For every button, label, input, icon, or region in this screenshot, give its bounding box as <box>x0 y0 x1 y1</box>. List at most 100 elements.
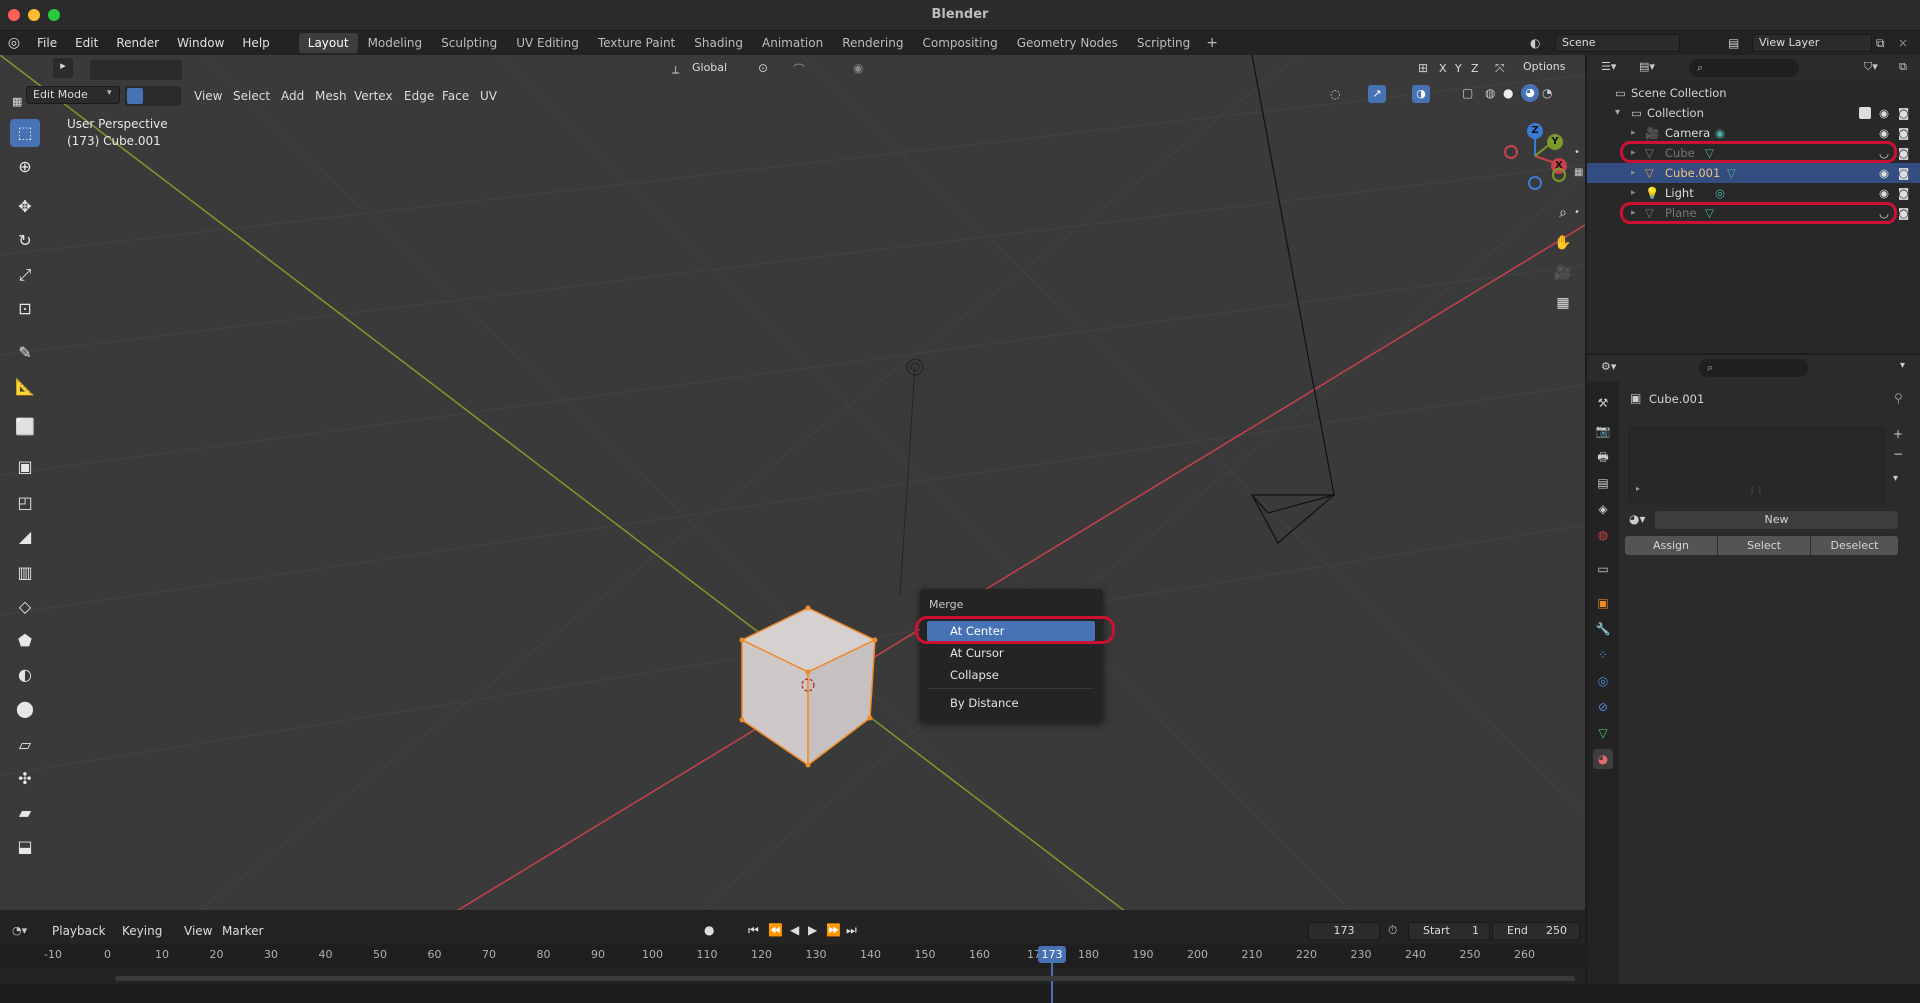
scene-name-field[interactable]: Scene <box>1555 34 1680 52</box>
scene-icon[interactable]: ◐ <box>1530 36 1540 50</box>
eye-icon[interactable]: ◉ <box>1879 103 1889 123</box>
menu-select[interactable]: Select <box>233 87 270 105</box>
physics-properties-icon[interactable]: ◎ <box>1593 671 1613 691</box>
menu-face[interactable]: Face <box>442 87 469 105</box>
spin-tool-icon[interactable]: ◐ <box>10 661 40 689</box>
camera-render-icon[interactable]: ◙ <box>1898 103 1909 123</box>
viewport-scene[interactable] <box>0 55 1585 910</box>
view-layer-properties-icon[interactable]: ▤ <box>1593 473 1613 493</box>
pin-icon[interactable]: ⚲ <box>1894 391 1903 405</box>
mirror-x-toggle[interactable]: X <box>1439 60 1447 78</box>
scale-tool-icon[interactable]: ⤢ <box>10 261 40 289</box>
camera-render-icon[interactable]: ◙ <box>1898 163 1909 183</box>
gizmo-neg-y-axis[interactable] <box>1552 168 1566 182</box>
display-mode-icon[interactable]: ▤▾ <box>1639 60 1655 73</box>
next-keyframe-icon[interactable]: ⏩ <box>826 923 841 937</box>
timeline-playback-menu[interactable]: Playback <box>52 924 106 938</box>
outliner-item-light[interactable]: ▸ 💡 Light ◎ ◉ ◙ <box>1587 183 1920 203</box>
tab-animation[interactable]: Animation <box>753 33 832 53</box>
view-layer-icon[interactable]: ▤ <box>1728 36 1739 50</box>
rip-tool-icon[interactable]: ⬓ <box>10 833 40 861</box>
properties-editor-type-icon[interactable]: ⚙▾ <box>1601 360 1616 373</box>
tab-uv-editing[interactable]: UV Editing <box>507 33 588 53</box>
3d-viewport[interactable]: ▸ ▦ Edit Mode ▾ View Select Add Mesh Ver… <box>0 55 1585 910</box>
constraints-properties-icon[interactable]: ⊘ <box>1593 697 1613 717</box>
gizmo-z-axis[interactable]: Z <box>1527 123 1543 139</box>
world-properties-icon[interactable]: ◍ <box>1593 525 1613 545</box>
camera-render-icon[interactable]: ◙ <box>1898 203 1909 223</box>
select-tool-icon[interactable]: ⬚ <box>10 119 40 147</box>
timeline-marker-menu[interactable]: Marker <box>222 924 263 938</box>
eye-icon[interactable]: ◉ <box>1879 183 1889 203</box>
select-box-tool[interactable]: ▸ <box>53 58 73 78</box>
material-browse-icon[interactable]: ◕▾ <box>1629 512 1646 526</box>
navigation-gizmo[interactable]: Z X Y <box>1500 121 1570 191</box>
start-frame-field[interactable]: Start 1 <box>1408 922 1490 940</box>
pan-icon[interactable]: ✋ <box>1551 231 1575 255</box>
material-shading-icon[interactable]: ◕ <box>1521 84 1539 102</box>
expand-arrow-icon[interactable]: ▸ <box>1631 183 1636 203</box>
zoom-icon[interactable]: ⌕ <box>1551 201 1575 225</box>
annotate-tool-icon[interactable]: ✎ <box>10 339 40 367</box>
edit-mode-icon[interactable]: ▦ <box>1574 163 1583 183</box>
tab-texture-paint[interactable]: Texture Paint <box>589 33 684 53</box>
tab-modeling[interactable]: Modeling <box>359 33 432 53</box>
shrink-fatten-tool-icon[interactable]: ✣ <box>10 765 40 793</box>
tab-geometry-nodes[interactable]: Geometry Nodes <box>1008 33 1127 53</box>
tab-shading[interactable]: Shading <box>685 33 752 53</box>
timeline-editor-type-icon[interactable]: ◔▾ <box>12 924 27 937</box>
options-dropdown[interactable]: Options <box>1517 59 1581 77</box>
menu-vertex[interactable]: Vertex <box>354 87 393 105</box>
mirror-z-toggle[interactable]: Z <box>1471 60 1479 78</box>
menu-window[interactable]: Window <box>168 31 233 55</box>
merge-at-cursor[interactable]: At Cursor <box>927 643 1095 663</box>
expand-arrow-icon[interactable]: ▾ <box>1615 103 1620 123</box>
transform-tool-icon[interactable]: ⊡ <box>10 295 40 323</box>
new-collection-icon[interactable]: ⧉ <box>1899 60 1907 74</box>
gizmo-icon[interactable]: ↗ <box>1368 85 1386 103</box>
jump-end-icon[interactable]: ⏭ <box>846 923 857 938</box>
menu-help[interactable]: Help <box>233 31 278 55</box>
bevel-tool-icon[interactable]: ◢ <box>10 523 40 551</box>
solid-shading-icon[interactable]: ● <box>1503 86 1513 100</box>
timeline-keying-menu[interactable]: Keying <box>122 924 162 938</box>
output-properties-icon[interactable]: 🖶 <box>1593 447 1613 467</box>
vertex-edge-face-select[interactable] <box>125 86 181 106</box>
material-slot-list[interactable]: ▸ ⋮⋮ <box>1629 427 1885 503</box>
properties-search-input[interactable]: ⌕ <box>1699 359 1809 377</box>
transform-orientation-dropdown[interactable]: Global <box>686 60 746 78</box>
stopwatch-icon[interactable]: ⏱ <box>1388 923 1397 938</box>
play-icon[interactable]: ▶ <box>808 923 817 937</box>
menu-render[interactable]: Render <box>107 31 168 55</box>
proportional-edit-icon[interactable]: ◉ <box>853 61 863 75</box>
play-reverse-icon[interactable]: ◀ <box>790 923 799 937</box>
measure-tool-icon[interactable]: 📐 <box>10 373 40 401</box>
select-button[interactable]: Select <box>1718 536 1810 555</box>
camera-render-icon[interactable]: ◙ <box>1898 143 1909 163</box>
add-slot-icon[interactable]: + <box>1893 427 1903 441</box>
merge-collapse[interactable]: Collapse <box>927 665 1095 685</box>
outliner-scene-collection[interactable]: ▭ Scene Collection <box>1587 83 1920 103</box>
pivot-point-icon[interactable]: ⊙ <box>758 61 768 75</box>
shear-tool-icon[interactable]: ▰ <box>10 799 40 827</box>
tab-sculpting[interactable]: Sculpting <box>432 33 506 53</box>
menu-file[interactable]: File <box>28 31 66 55</box>
scene-properties-icon[interactable]: ◈ <box>1593 499 1613 519</box>
gizmo-neg-x-axis[interactable] <box>1504 145 1518 159</box>
wireframe-shading-icon[interactable]: ◍ <box>1485 86 1495 100</box>
visibility-icon[interactable]: ◌ <box>1330 87 1340 101</box>
render-properties-icon[interactable]: 📷 <box>1593 421 1613 441</box>
camera-view-icon[interactable]: 🎥 <box>1551 261 1575 285</box>
menu-uv[interactable]: UV <box>480 87 497 105</box>
xray-icon[interactable]: ▢ <box>1462 86 1473 100</box>
tab-scripting[interactable]: Scripting <box>1128 33 1199 53</box>
loop-cut-tool-icon[interactable]: ▥ <box>10 559 40 587</box>
add-workspace-icon[interactable]: + <box>1200 35 1224 51</box>
rotate-tool-icon[interactable]: ↻ <box>10 227 40 255</box>
outliner-item-camera[interactable]: ▸ 🎥 Camera ◉ ◉ ◙ <box>1587 123 1920 143</box>
camera-render-icon[interactable]: ◙ <box>1898 123 1909 143</box>
gizmo-y-axis[interactable]: Y <box>1547 134 1563 150</box>
timeline-view-menu[interactable]: View <box>184 924 212 938</box>
ortho-toggle-icon[interactable]: ▦ <box>1551 291 1575 315</box>
playhead[interactable]: 173 <box>1038 946 1066 963</box>
